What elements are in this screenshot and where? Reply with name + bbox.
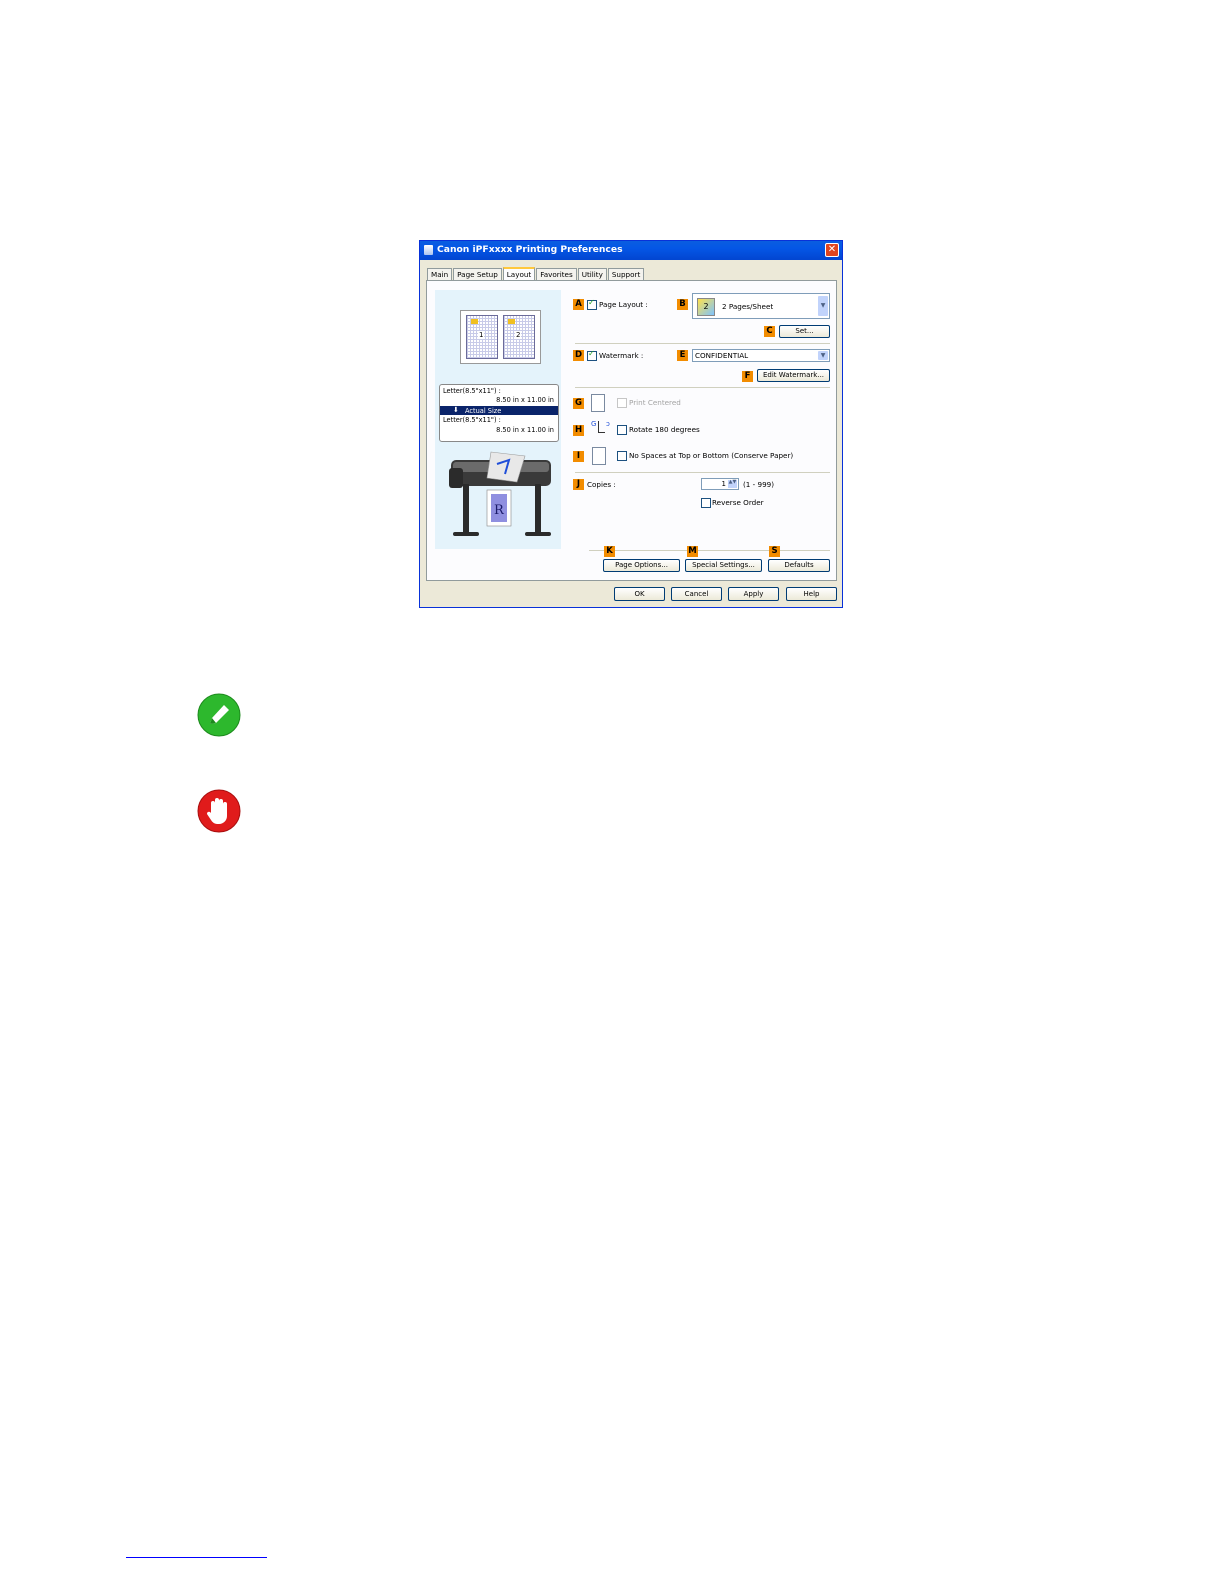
scale-mode: Actual Size: [465, 407, 502, 415]
callout-j: J: [573, 479, 584, 490]
callout-s: S: [769, 546, 780, 557]
page-layout-preview: 1 2: [460, 310, 541, 364]
help-button[interactable]: Help: [786, 587, 837, 601]
callout-f: F: [742, 371, 753, 382]
divider: [575, 472, 830, 473]
defaults-button[interactable]: Defaults: [768, 559, 830, 572]
rotate-180-checkbox[interactable]: [617, 425, 627, 435]
reverse-order-label: Reverse Order: [712, 498, 764, 507]
printing-preferences-dialog: Canon iPFxxxx Printing Preferences ✕ Mai…: [419, 240, 843, 608]
stop-hand-icon: [197, 789, 241, 833]
copies-label: Copies :: [587, 480, 616, 489]
watermark-label: Watermark :: [599, 351, 644, 360]
tab-strip: Main Page Setup Layout Favorites Utility…: [427, 267, 645, 282]
layout-preview: 1 2 Letter(8.5"x11") : 8.50 in x 11.00 i…: [435, 290, 561, 549]
chevron-down-icon[interactable]: ▼: [818, 296, 828, 316]
input-paper: Letter(8.5"x11") :: [443, 387, 501, 395]
set-button[interactable]: Set...: [779, 325, 830, 338]
chevron-down-icon[interactable]: ▼: [818, 351, 828, 360]
callout-k: K: [604, 546, 615, 557]
callout-a: A: [573, 299, 584, 310]
watermark-select[interactable]: CONFIDENTIAL ▼: [692, 349, 830, 362]
callout-d: D: [573, 350, 584, 361]
title-bar[interactable]: Canon iPFxxxx Printing Preferences ✕: [420, 241, 842, 260]
preview-badge-icon: [508, 319, 515, 324]
checkmark-icon: ✓: [588, 298, 595, 307]
page-layout-select[interactable]: 2 2 Pages/Sheet ▼: [692, 293, 830, 319]
rotate-icon: G ↄ: [589, 420, 613, 433]
divider: [575, 343, 830, 344]
preview-page-number: 2: [515, 331, 522, 339]
page-layout-checkbox[interactable]: ✓: [587, 298, 597, 310]
callout-g: G: [573, 398, 584, 409]
preview-page-2: 2: [503, 315, 535, 359]
callout-m: M: [687, 546, 698, 557]
watermark-value: CONFIDENTIAL: [695, 351, 749, 360]
print-centered-icon: [591, 394, 605, 412]
preview-badge-icon: [471, 319, 478, 324]
divider: [589, 550, 830, 551]
edit-watermark-button[interactable]: Edit Watermark...: [757, 369, 830, 382]
footnote-rule: [126, 1557, 267, 1558]
no-spaces-checkbox[interactable]: [617, 451, 627, 461]
divider: [575, 387, 830, 388]
output-paper: Letter(8.5"x11") :: [443, 416, 501, 424]
pencil-icon: [197, 693, 241, 737]
dialog-title: Canon iPFxxxx Printing Preferences: [437, 244, 623, 255]
pages-per-sheet-icon: 2: [697, 298, 715, 316]
output-letter: R: [494, 503, 505, 518]
down-arrow-icon: ⬇: [453, 406, 459, 414]
callout-h: H: [573, 425, 584, 436]
callout-c: C: [764, 326, 775, 337]
no-spaces-label: No Spaces at Top or Bottom (Conserve Pap…: [629, 451, 794, 460]
page-layout-value: 2 Pages/Sheet: [722, 302, 774, 311]
preview-page-number: 1: [478, 331, 485, 339]
input-size: 8.50 in x 11.00 in: [496, 396, 554, 404]
close-icon[interactable]: ✕: [825, 243, 839, 257]
copies-range: (1 - 999): [743, 480, 775, 489]
checkmark-icon: ✓: [588, 349, 595, 358]
apply-button[interactable]: Apply: [728, 587, 779, 601]
conserve-paper-icon: [592, 447, 606, 465]
special-settings-button[interactable]: Special Settings...: [685, 559, 762, 572]
cancel-button[interactable]: Cancel: [671, 587, 722, 601]
copies-spinner[interactable]: 1 ▲▼: [701, 478, 739, 490]
print-centered-label: Print Centered: [629, 398, 681, 407]
page-options-button[interactable]: Page Options...: [603, 559, 680, 572]
watermark-checkbox[interactable]: ✓: [587, 349, 597, 361]
paper-size-info: Letter(8.5"x11") : 8.50 in x 11.00 in ⬇ …: [439, 384, 559, 442]
reverse-order-checkbox[interactable]: [701, 498, 711, 508]
scale-mode-row: ⬇ Actual Size: [440, 406, 558, 415]
page-layout-label: Page Layout :: [599, 300, 648, 309]
ok-button[interactable]: OK: [614, 587, 665, 601]
preview-page-1: 1: [466, 315, 498, 359]
callout-b: B: [677, 299, 688, 310]
callout-i: I: [573, 451, 584, 462]
printer-illustration: R: [449, 451, 551, 536]
rotate-180-label: Rotate 180 degrees: [629, 425, 700, 434]
printer-app-icon: [424, 245, 433, 255]
callout-e: E: [677, 350, 688, 361]
spinner-arrows-icon[interactable]: ▲▼: [728, 480, 737, 488]
print-centered-checkbox[interactable]: [617, 398, 627, 408]
output-size: 8.50 in x 11.00 in: [496, 426, 554, 434]
layout-panel: 1 2 Letter(8.5"x11") : 8.50 in x 11.00 i…: [426, 280, 837, 581]
copies-value: 1: [721, 480, 726, 488]
